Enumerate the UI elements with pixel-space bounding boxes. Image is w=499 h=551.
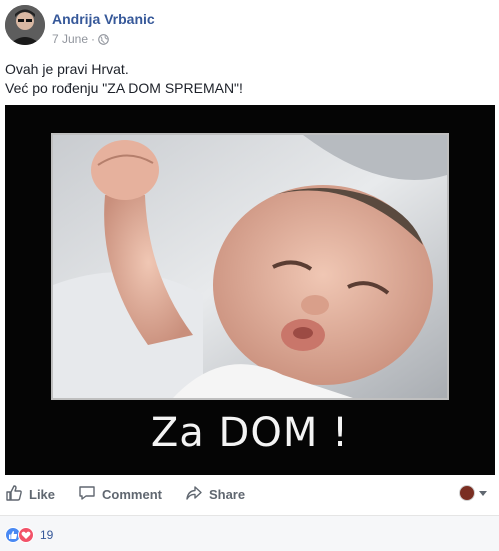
facebook-post: Andrija Vrbanic 7 June · Ovah je pravi H… bbox=[0, 0, 499, 551]
post-actions: Like Comment Share bbox=[0, 476, 499, 512]
react-as-selector[interactable] bbox=[459, 485, 487, 501]
like-button[interactable]: Like bbox=[5, 484, 55, 505]
reactions-summary: 19 bbox=[0, 515, 499, 551]
post-image[interactable]: Za DOM ! bbox=[5, 105, 495, 475]
chevron-down-icon bbox=[479, 490, 487, 496]
author-name[interactable]: Andrija Vrbanic bbox=[52, 11, 155, 27]
post-text-line-1: Ovah je pravi Hrvat. bbox=[5, 61, 129, 77]
post-header: Andrija Vrbanic 7 June · bbox=[5, 5, 485, 51]
share-label: Share bbox=[208, 486, 246, 502]
thumbs-up-icon bbox=[5, 484, 23, 505]
like-label: Like bbox=[29, 486, 56, 502]
reaction-icons[interactable]: 19 bbox=[5, 527, 53, 543]
reaction-count[interactable]: 19 bbox=[40, 528, 53, 542]
love-reaction-icon bbox=[18, 527, 34, 543]
share-icon bbox=[185, 484, 203, 505]
meta-separator: · bbox=[91, 32, 96, 46]
post-meta: 7 June · bbox=[52, 32, 109, 46]
image-frame bbox=[51, 133, 449, 400]
image-caption: Za DOM ! bbox=[150, 410, 350, 456]
author-avatar[interactable] bbox=[5, 5, 45, 45]
comment-label: Comment bbox=[102, 486, 162, 502]
user-avatar bbox=[459, 485, 475, 501]
post-date[interactable]: 7 June bbox=[52, 32, 88, 46]
share-button[interactable]: Share bbox=[185, 484, 245, 505]
globe-icon[interactable] bbox=[98, 33, 109, 45]
comment-icon bbox=[78, 484, 96, 505]
post-text: Ovah je pravi Hrvat. Već po rođenju "ZA … bbox=[5, 60, 493, 98]
comment-button[interactable]: Comment bbox=[78, 484, 162, 505]
post-text-line-2: Već po rođenju "ZA DOM SPREMAN"! bbox=[5, 80, 243, 96]
